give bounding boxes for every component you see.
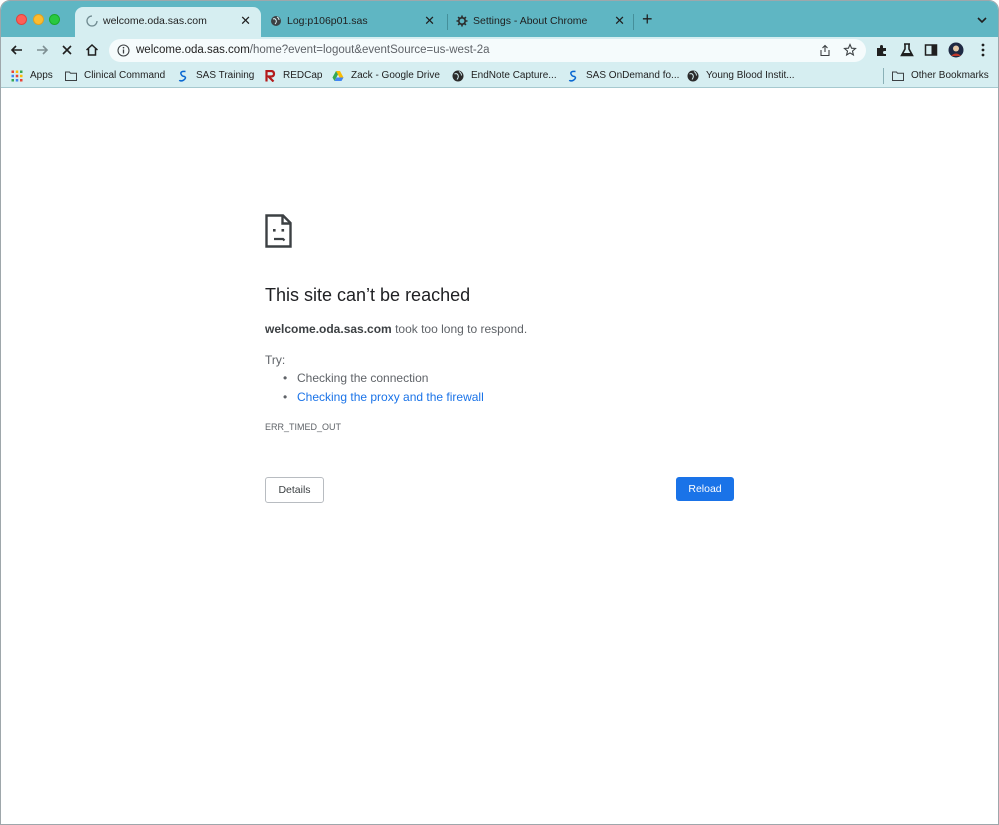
tab-settings-about-chrome[interactable]: Settings - About Chrome ✕ [445, 7, 635, 37]
new-tab-button[interactable]: + [642, 10, 653, 28]
error-title: This site can’t be reached [265, 285, 471, 305]
tab-title: Log:p106p01.sas [287, 15, 368, 27]
window-maximize-button[interactable] [49, 14, 60, 25]
tab-welcome-oda[interactable]: welcome.oda.sas.com ✕ [75, 7, 261, 37]
back-arrow-icon[interactable] [9, 42, 25, 58]
folder-icon [892, 71, 904, 81]
bookmarks-separator [883, 68, 884, 84]
toolbar: welcome.oda.sas.com/home?event=logout&ev… [1, 37, 998, 64]
redcap-icon [265, 70, 276, 82]
site-info-icon[interactable] [117, 44, 130, 57]
error-host: welcome.oda.sas.com [265, 322, 392, 336]
reload-button[interactable]: Reload [676, 477, 734, 501]
bookmark-label: Clinical Command [84, 70, 166, 81]
google-drive-icon [332, 71, 344, 81]
sad-page-icon [265, 214, 292, 248]
address-bar[interactable]: welcome.oda.sas.com/home?event=logout&ev… [109, 39, 866, 62]
suggestion-check-proxy-link[interactable]: Checking the proxy and the firewall [281, 390, 484, 409]
gear-icon [456, 15, 468, 27]
suggestion-check-connection: Checking the connection [281, 371, 484, 390]
profile-avatar-icon[interactable] [948, 42, 964, 58]
globe-icon [271, 16, 281, 26]
sas-logo-icon [178, 70, 187, 82]
error-message: took too long to respond. [395, 322, 528, 336]
stop-loading-icon[interactable] [59, 42, 75, 58]
tab-search-chevron-icon[interactable] [975, 13, 989, 27]
sas-logo-icon [568, 70, 577, 82]
bookmark-label: Apps [30, 70, 53, 81]
bookmark-label: Zack - Google Drive [351, 70, 440, 81]
address-url[interactable]: welcome.oda.sas.com/home?event=logout&ev… [136, 44, 490, 56]
tab-close-button[interactable]: ✕ [614, 13, 625, 29]
flask-labs-icon[interactable] [899, 42, 915, 58]
try-label: Try: [265, 353, 286, 367]
tab-title: welcome.oda.sas.com [103, 15, 207, 27]
tab-log-p106p01[interactable]: Log:p106p01.sas ✕ [259, 7, 445, 37]
page-content: This site can’t be reached welcome.oda.s… [1, 89, 998, 824]
loading-spinner-icon [86, 15, 98, 27]
folder-icon [65, 71, 77, 81]
browser-window: welcome.oda.sas.com ✕ Log:p106p01.sas ✕ [0, 0, 999, 825]
error-code: ERR_TIMED_OUT [265, 422, 342, 432]
tab-close-button[interactable]: ✕ [424, 13, 435, 29]
url-host: welcome.oda.sas.com [136, 44, 250, 56]
bookmark-label: EndNote Capture... [471, 70, 557, 81]
bookmark-label: REDCap [283, 70, 323, 81]
error-description: welcome.oda.sas.com took too long to res… [265, 322, 527, 336]
tab-strip: welcome.oda.sas.com ✕ Log:p106p01.sas ✕ [1, 1, 998, 37]
bookmark-star-icon[interactable] [843, 43, 857, 57]
bookmark-label: SAS Training [196, 70, 255, 81]
globe-icon [687, 70, 699, 82]
window-minimize-button[interactable] [33, 14, 44, 25]
forward-arrow-icon[interactable] [34, 42, 50, 58]
extensions-puzzle-icon[interactable] [874, 42, 890, 58]
bookmark-label: Young Blood Instit... [706, 70, 795, 81]
window-close-button[interactable] [16, 14, 27, 25]
tab-separator [633, 14, 634, 30]
details-button[interactable]: Details [265, 477, 324, 503]
apps-grid-icon [11, 70, 23, 82]
globe-icon [452, 70, 464, 82]
bookmark-label: Other Bookmarks [911, 70, 989, 81]
url-path: /home?event=logout&eventSource=us-west-2… [249, 44, 490, 56]
tab-close-button[interactable]: ✕ [240, 13, 251, 29]
tab-title: Settings - About Chrome [473, 15, 588, 27]
suggestion-list: Checking the connection Checking the pro… [281, 371, 484, 409]
bookmark-label: SAS OnDemand fo... [586, 70, 680, 81]
side-panel-icon[interactable] [923, 42, 939, 58]
share-icon[interactable] [819, 44, 831, 57]
bookmarks-bar: Apps Clinical Command SAS Training REDCa… [1, 64, 998, 88]
home-icon[interactable] [84, 42, 100, 58]
more-menu-icon[interactable] [975, 42, 991, 58]
